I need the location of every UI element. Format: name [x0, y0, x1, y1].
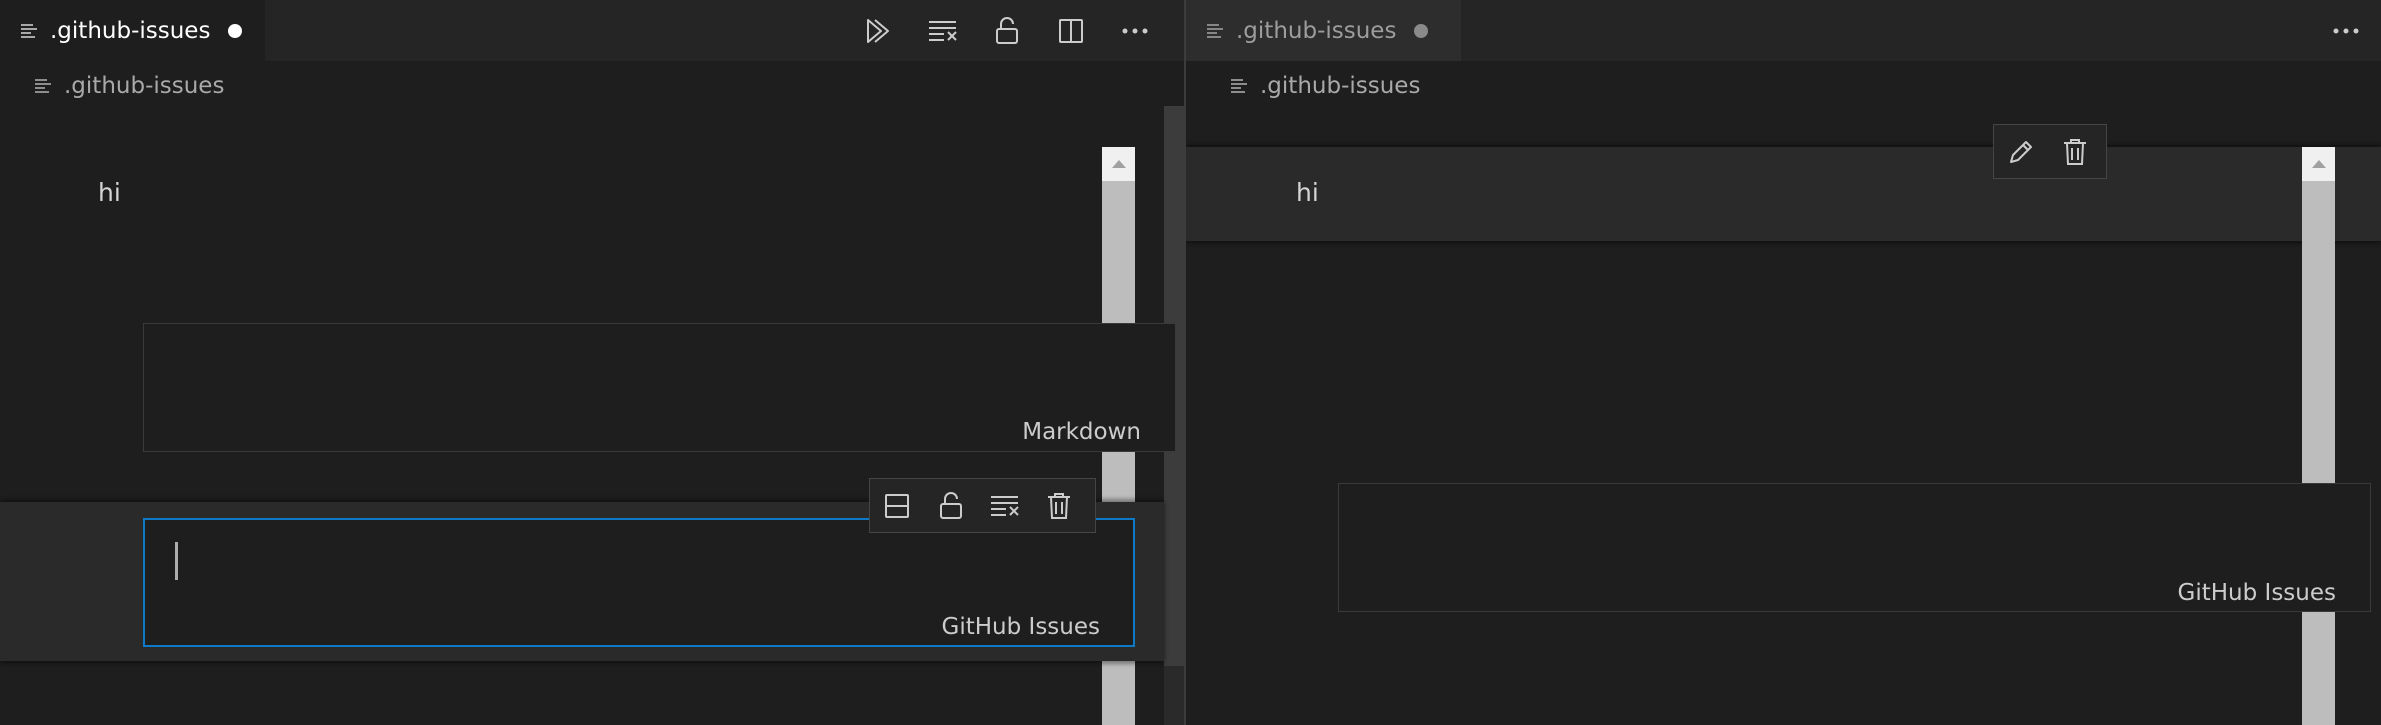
focused-cell-band: [1186, 147, 2381, 241]
unsaved-dot-icon[interactable]: [228, 23, 243, 38]
trash-icon[interactable]: [1040, 487, 1078, 525]
markdown-cell-editor[interactable]: Markdown: [143, 323, 1176, 452]
unlock-icon[interactable]: [932, 487, 970, 525]
tab-label: .github-issues: [50, 17, 211, 44]
unsaved-dot-icon[interactable]: [1414, 23, 1429, 38]
right-tab-bar: .github-issues: [1186, 0, 2381, 61]
split-cell-icon[interactable]: [878, 487, 916, 525]
clear-output-icon[interactable]: [986, 487, 1024, 525]
breadcrumb-label: .github-issues: [1260, 73, 1421, 99]
markdown-cell-output[interactable]: hi: [98, 178, 121, 207]
trash-icon[interactable]: [2056, 133, 2094, 171]
left-breadcrumb[interactable]: .github-issues: [34, 61, 224, 111]
run-all-icon[interactable]: [862, 14, 896, 48]
right-tab-github-issues[interactable]: .github-issues: [1186, 0, 1461, 61]
notebook-file-icon: [20, 20, 42, 42]
right-editor-actions: [2314, 0, 2378, 61]
notebook-file-icon: [1206, 20, 1228, 42]
breadcrumb-label: .github-issues: [64, 73, 225, 99]
github-issues-cell-editor[interactable]: GitHub Issues: [143, 518, 1135, 647]
scroll-up-arrow-icon[interactable]: [1102, 147, 1135, 181]
left-tab-bar: .github-issues: [0, 0, 1184, 61]
text-cursor: [175, 542, 178, 580]
notebook-file-icon: [34, 75, 56, 97]
scroll-up-arrow-icon[interactable]: [2302, 147, 2335, 181]
cell-output-scroll-thumb[interactable]: [2302, 181, 2335, 725]
notebook-file-icon: [1230, 75, 1252, 97]
clear-outputs-icon[interactable]: [926, 14, 960, 48]
split-editor-icon[interactable]: [1054, 14, 1088, 48]
tab-label: .github-issues: [1236, 17, 1397, 44]
more-icon[interactable]: [1118, 14, 1152, 48]
unlock-icon[interactable]: [990, 14, 1024, 48]
cell-output-scrollbar[interactable]: [2302, 147, 2335, 725]
left-tab-github-issues[interactable]: .github-issues: [0, 0, 265, 61]
github-issues-cell-editor[interactable]: GitHub Issues: [1338, 483, 2371, 612]
cell-language-label[interactable]: GitHub Issues: [942, 614, 1100, 640]
cell-toolbar: [869, 478, 1096, 533]
cell-toolbar: [1993, 124, 2107, 179]
more-icon[interactable]: [2329, 14, 2363, 48]
left-editor-actions: [847, 0, 1167, 61]
cell-language-label[interactable]: GitHub Issues: [2178, 580, 2336, 606]
right-breadcrumb[interactable]: .github-issues: [1230, 61, 1420, 111]
edit-pencil-icon[interactable]: [2002, 133, 2040, 171]
cell-language-label[interactable]: Markdown: [1022, 419, 1141, 445]
right-editor-pane: .github-issues .github-issues hi GitHub …: [1186, 0, 2381, 725]
left-editor-pane: .github-issues .github-issues hi Markdow…: [0, 0, 1184, 725]
markdown-cell-output[interactable]: hi: [1296, 178, 1319, 207]
